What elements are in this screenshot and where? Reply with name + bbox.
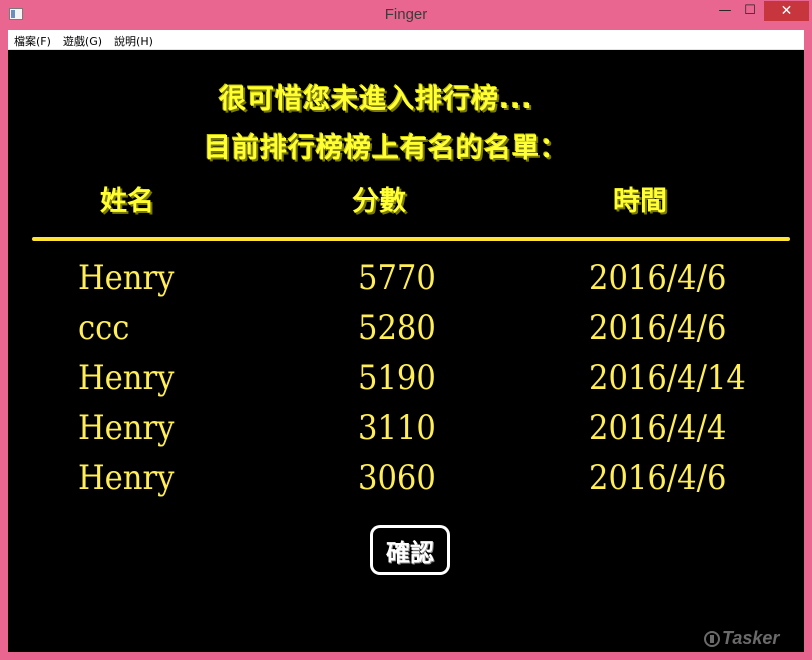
- menu-help[interactable]: 說明(H): [108, 32, 159, 51]
- row-score: 3060: [358, 458, 436, 498]
- table-row: Henry 5770 2016/4/6: [8, 255, 804, 305]
- row-name: ccc: [78, 308, 130, 348]
- watermark: Tasker: [704, 628, 779, 649]
- table-row: ccc 5280 2016/4/6: [8, 305, 804, 355]
- row-name: Henry: [78, 458, 175, 498]
- row-score: 5770: [358, 258, 436, 298]
- table-row: Henry 5190 2016/4/14: [8, 355, 804, 405]
- confirm-button[interactable]: 確認: [370, 525, 450, 575]
- table-row: Henry 3110 2016/4/4: [8, 405, 804, 455]
- menu-bar: 檔案(F) 遊戲(G) 說明(H): [8, 30, 804, 50]
- confirm-button-face[interactable]: 確認: [373, 528, 447, 572]
- menu-file[interactable]: 檔案(F): [8, 32, 57, 51]
- row-name: Henry: [78, 408, 175, 448]
- minimize-button[interactable]: —: [712, 1, 738, 21]
- not-ranked-message: 很可惜您未進入排行榜...: [219, 84, 533, 115]
- app-window: Finger — ☐ ✕ 檔案(F) 遊戲(G) 說明(H) 很可惜您未進入排行榜.…: [0, 0, 812, 660]
- game-panel: 很可惜您未進入排行榜... 目前排行榜榜上有名的名單： 姓名 分數 時間 Hen…: [8, 50, 804, 652]
- menu-game[interactable]: 遊戲(G): [57, 32, 108, 51]
- row-time: 2016/4/6: [589, 308, 727, 348]
- title-bar[interactable]: Finger — ☐ ✕: [0, 0, 812, 30]
- row-name: Henry: [78, 258, 175, 298]
- row-score: 5190: [358, 358, 436, 398]
- tasker-logo-icon: [704, 630, 720, 647]
- column-header-name: 姓名: [100, 186, 154, 217]
- column-header-score: 分數: [352, 186, 406, 217]
- header-divider: [32, 237, 790, 241]
- leaderboard-table: Henry 5770 2016/4/6 ccc 5280 2016/4/6 He…: [8, 255, 804, 505]
- leaderboard-intro: 目前排行榜榜上有名的名單：: [204, 133, 568, 164]
- watermark-text: Tasker: [722, 628, 780, 648]
- row-time: 2016/4/6: [589, 458, 727, 498]
- table-row: Henry 3060 2016/4/6: [8, 455, 804, 505]
- column-header-time: 時間: [613, 186, 667, 217]
- maximize-button[interactable]: ☐: [737, 1, 763, 21]
- row-score: 5280: [358, 308, 436, 348]
- confirm-label: 確認: [386, 538, 434, 567]
- row-time: 2016/4/6: [589, 258, 727, 298]
- row-name: Henry: [78, 358, 175, 398]
- row-time: 2016/4/4: [589, 408, 727, 448]
- close-button[interactable]: ✕: [764, 1, 809, 21]
- window-title: Finger: [384, 6, 428, 23]
- row-score: 3110: [358, 408, 436, 448]
- row-time: 2016/4/14: [589, 358, 746, 398]
